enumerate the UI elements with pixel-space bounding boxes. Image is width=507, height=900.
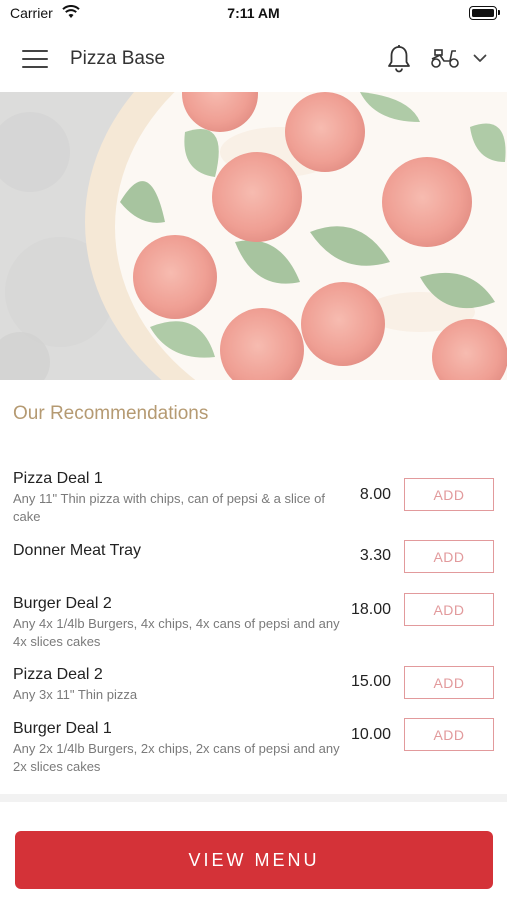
item-name: Burger Deal 2 (13, 595, 112, 612)
item-description: Any 2x 1/4lb Burgers, 2x chips, 2x cans … (13, 741, 340, 774)
add-button[interactable]: ADD (404, 718, 494, 751)
item-description: Any 11" Thin pizza with chips, can of pe… (13, 491, 325, 524)
section-divider (0, 794, 507, 802)
add-button[interactable]: ADD (404, 593, 494, 626)
item-price: 18.00 (350, 601, 391, 618)
item-price: 15.00 (350, 673, 391, 690)
recommendations-title: Our Recommendations (13, 403, 209, 424)
hero-pizza-image (0, 92, 507, 380)
item-description: Any 3x 11" Thin pizza (13, 687, 138, 702)
add-button[interactable]: ADD (404, 478, 494, 511)
item-price: 3.30 (359, 547, 391, 564)
app-header: Pizza Base (0, 28, 507, 92)
add-button[interactable]: ADD (404, 540, 494, 573)
hamburger-menu-icon[interactable] (22, 50, 48, 70)
status-bar: Carrier 7:11 AM (0, 0, 507, 28)
chevron-down-icon[interactable] (473, 54, 487, 63)
add-button[interactable]: ADD (404, 666, 494, 699)
item-name: Burger Deal 1 (13, 720, 112, 737)
item-description: Any 4x 1/4lb Burgers, 4x chips, 4x cans … (13, 616, 340, 649)
delivery-scooter-icon[interactable] (430, 47, 460, 69)
battery-icon (469, 6, 500, 20)
pizza-photo (0, 92, 507, 380)
view-menu-button[interactable]: VIEW MENU (15, 831, 493, 889)
item-name: Pizza Deal 1 (13, 470, 103, 487)
item-price: 8.00 (359, 486, 391, 503)
item-name: Donner Meat Tray (13, 542, 142, 559)
page-title: Pizza Base (70, 48, 166, 69)
item-name: Pizza Deal 2 (13, 666, 103, 683)
item-price: 10.00 (350, 726, 391, 743)
bell-icon[interactable] (386, 44, 412, 74)
status-time: 7:11 AM (227, 5, 280, 21)
